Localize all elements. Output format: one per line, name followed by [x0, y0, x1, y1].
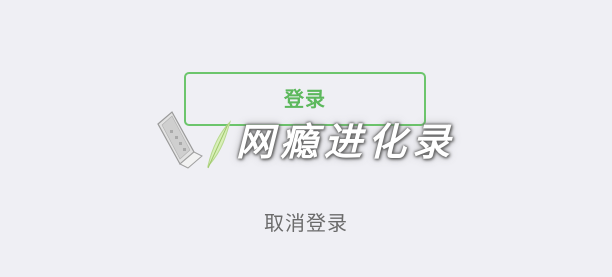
cancel-login-button[interactable]: 取消登录 [0, 204, 612, 238]
login-button[interactable]: 登录 [184, 72, 426, 126]
logout-page: 登录 取消登录 网瘾进化录 [0, 0, 612, 277]
